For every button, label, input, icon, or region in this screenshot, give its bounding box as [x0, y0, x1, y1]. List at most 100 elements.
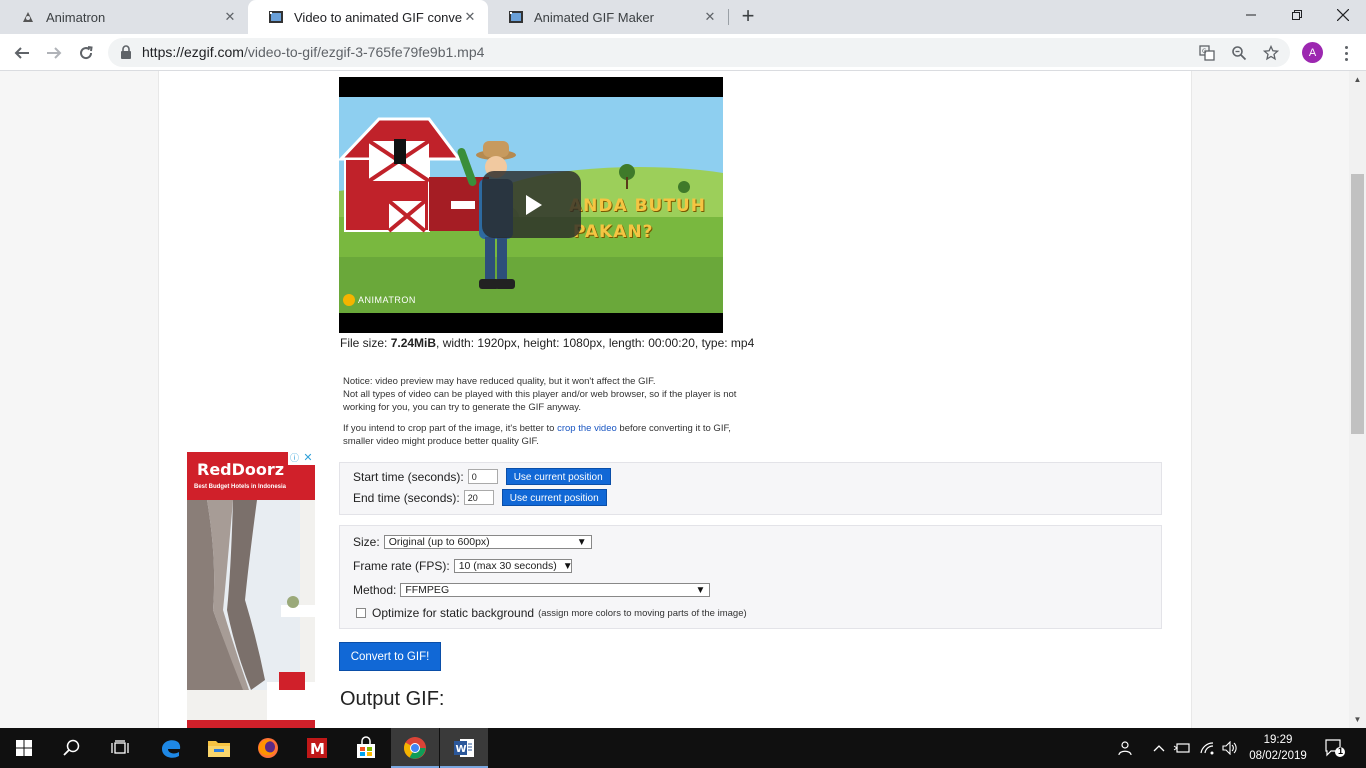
optimize-checkbox[interactable]	[356, 608, 366, 618]
url-text[interactable]: https://ezgif.com/video-to-gif/ezgif-3-7…	[142, 44, 484, 60]
action-center-button[interactable]: 1	[1318, 728, 1352, 768]
task-view-button[interactable]	[96, 728, 144, 768]
start-time-input[interactable]	[467, 469, 498, 484]
mcafee-icon: M	[307, 738, 327, 758]
ad-tagline: Best Budget Hotels in Indonesia	[194, 484, 287, 490]
wifi-tray-icon[interactable]	[1198, 728, 1218, 768]
minimize-icon	[1246, 14, 1256, 16]
taskbar-chrome[interactable]	[391, 728, 439, 768]
dropdown-arrow-icon: ▼	[562, 560, 573, 572]
end-time-row: End time (seconds): Use current position	[353, 489, 607, 506]
size-select-value: Original (up to 600px)	[388, 536, 490, 548]
reload-icon	[80, 46, 93, 60]
battery-tray-icon[interactable]	[1172, 728, 1192, 768]
arrow-left-icon	[14, 47, 29, 59]
ad-hotel-image	[187, 500, 315, 728]
minimize-window-button[interactable]	[1228, 0, 1274, 30]
file-details: , width: 1920px, height: 1080px, length:…	[436, 336, 755, 350]
taskbar-file-explorer[interactable]	[195, 728, 243, 768]
ad-close-icon[interactable]: ✕	[301, 452, 315, 465]
restore-window-button[interactable]	[1274, 0, 1320, 30]
crop-video-link[interactable]: crop the video	[557, 423, 617, 434]
conversion-options-panel: Size: Original (up to 600px) ▼ Frame rat…	[339, 525, 1162, 629]
taskbar-edge[interactable]	[147, 728, 195, 768]
forward-button[interactable]	[41, 40, 67, 66]
start-time-label: Start time (seconds):	[353, 469, 464, 484]
ad-info-icon[interactable]: ⓘ	[288, 452, 301, 465]
svg-text:G: G	[1202, 48, 1207, 55]
video-player[interactable]: ANDA BUTUH PAKAN? ANIMATRON	[339, 77, 723, 333]
back-button[interactable]	[9, 40, 35, 66]
time-range-panel: Start time (seconds): Use current positi…	[339, 462, 1162, 515]
tab-title: Animated GIF Maker	[534, 9, 654, 25]
close-tab-icon[interactable]: ✕	[462, 9, 478, 25]
scroll-down-arrow-icon[interactable]: ▼	[1349, 711, 1366, 728]
play-icon	[525, 194, 542, 215]
taskbar-firefox[interactable]	[244, 728, 292, 768]
video-overlay-text: ANDA BUTUH PAKAN?	[569, 193, 706, 245]
convert-to-gif-button[interactable]: Convert to GIF!	[339, 642, 441, 671]
size-select[interactable]: Original (up to 600px) ▼	[383, 535, 592, 549]
folder-icon	[208, 741, 230, 757]
close-tab-icon[interactable]: ✕	[222, 9, 238, 25]
page-viewport: ANDA BUTUH PAKAN? ANIMATRON File size: 7…	[0, 71, 1349, 728]
taskbar-search-button[interactable]	[48, 728, 96, 768]
scrollbar-thumb[interactable]	[1351, 174, 1364, 434]
browser-menu-icon[interactable]	[1336, 40, 1356, 66]
page-scrollbar[interactable]: ▲ ▼	[1349, 71, 1366, 728]
url-path: /video-to-gif/ezgif-3-765fe79fe9b1.mp4	[243, 44, 485, 60]
dropdown-arrow-icon: ▼	[576, 536, 587, 548]
dropdown-arrow-icon: ▼	[695, 584, 706, 596]
close-icon	[1337, 9, 1349, 21]
taskbar-word[interactable]: W	[440, 728, 488, 768]
people-tray-icon[interactable]	[1112, 728, 1136, 768]
method-select[interactable]: FFMPEG ▼	[400, 583, 711, 597]
bookmark-star-icon[interactable]	[1261, 43, 1281, 63]
lock-icon	[121, 45, 131, 59]
start-time-row: Start time (seconds): Use current positi…	[353, 468, 611, 485]
arrow-right-icon	[47, 47, 62, 59]
fps-row: Frame rate (FPS): 10 (max 30 seconds) ▼	[353, 559, 573, 573]
tab-animated-gif-maker[interactable]: Animated GIF Maker ✕	[488, 0, 728, 34]
close-tab-icon[interactable]: ✕	[702, 9, 718, 25]
fps-select[interactable]: 10 (max 30 seconds) ▼	[453, 559, 573, 573]
taskbar-clock[interactable]: 19:29 08/02/2019	[1240, 732, 1316, 764]
volume-tray-icon[interactable]	[1220, 728, 1240, 768]
windows-taskbar: M W 19:29 08/02/2019 1	[0, 728, 1366, 768]
close-window-button[interactable]	[1320, 0, 1366, 30]
end-time-input[interactable]	[463, 490, 494, 505]
taskbar-store[interactable]	[342, 728, 390, 768]
tab-animatron[interactable]: Animatron ✕	[0, 0, 248, 34]
tab-video-to-gif[interactable]: Video to animated GIF converter ✕	[248, 0, 488, 34]
show-hidden-icons-chevron-icon[interactable]	[1150, 728, 1168, 768]
advertisement[interactable]: RedDoorz Best Budget Hotels in Indonesia…	[187, 452, 315, 728]
method-row: Method: FFMPEG ▼	[353, 583, 711, 597]
new-tab-button[interactable]: +	[736, 5, 760, 29]
video-watermark: ANIMATRON	[343, 294, 416, 306]
use-current-start-button[interactable]: Use current position	[505, 468, 611, 485]
crop-hint-before: If you intend to crop part of the image,…	[343, 423, 558, 434]
scroll-up-arrow-icon[interactable]: ▲	[1349, 71, 1366, 88]
ad-brand: RedDoorz	[197, 460, 285, 479]
overlay-line-1: ANDA BUTUH	[569, 196, 706, 216]
optimize-hint: (assign more colors to moving parts of t…	[538, 607, 747, 619]
svg-text:M: M	[310, 740, 325, 758]
windows-start-button[interactable]	[0, 728, 48, 768]
fps-select-value: 10 (max 30 seconds)	[458, 560, 557, 572]
restore-icon	[1292, 10, 1302, 20]
overlay-line-2: PAKAN?	[573, 222, 654, 242]
url-host: https://ezgif.com	[142, 44, 244, 60]
play-button[interactable]	[482, 171, 581, 238]
reload-button[interactable]	[73, 40, 99, 66]
zoom-icon[interactable]	[1229, 43, 1249, 63]
output-gif-heading: Output GIF:	[340, 688, 445, 710]
profile-avatar[interactable]: A	[1302, 42, 1323, 63]
use-current-end-button[interactable]: Use current position	[501, 489, 607, 506]
taskbar-mcafee[interactable]: M	[293, 728, 341, 768]
file-size-label: File size:	[340, 336, 388, 350]
optimize-label[interactable]: Optimize for static background	[372, 606, 534, 620]
end-time-label: End time (seconds):	[353, 490, 460, 505]
address-bar[interactable]: https://ezgif.com/video-to-gif/ezgif-3-7…	[108, 38, 1290, 67]
translate-icon[interactable]: G	[1197, 43, 1217, 63]
file-size-value: 7.24MiB	[390, 336, 437, 350]
